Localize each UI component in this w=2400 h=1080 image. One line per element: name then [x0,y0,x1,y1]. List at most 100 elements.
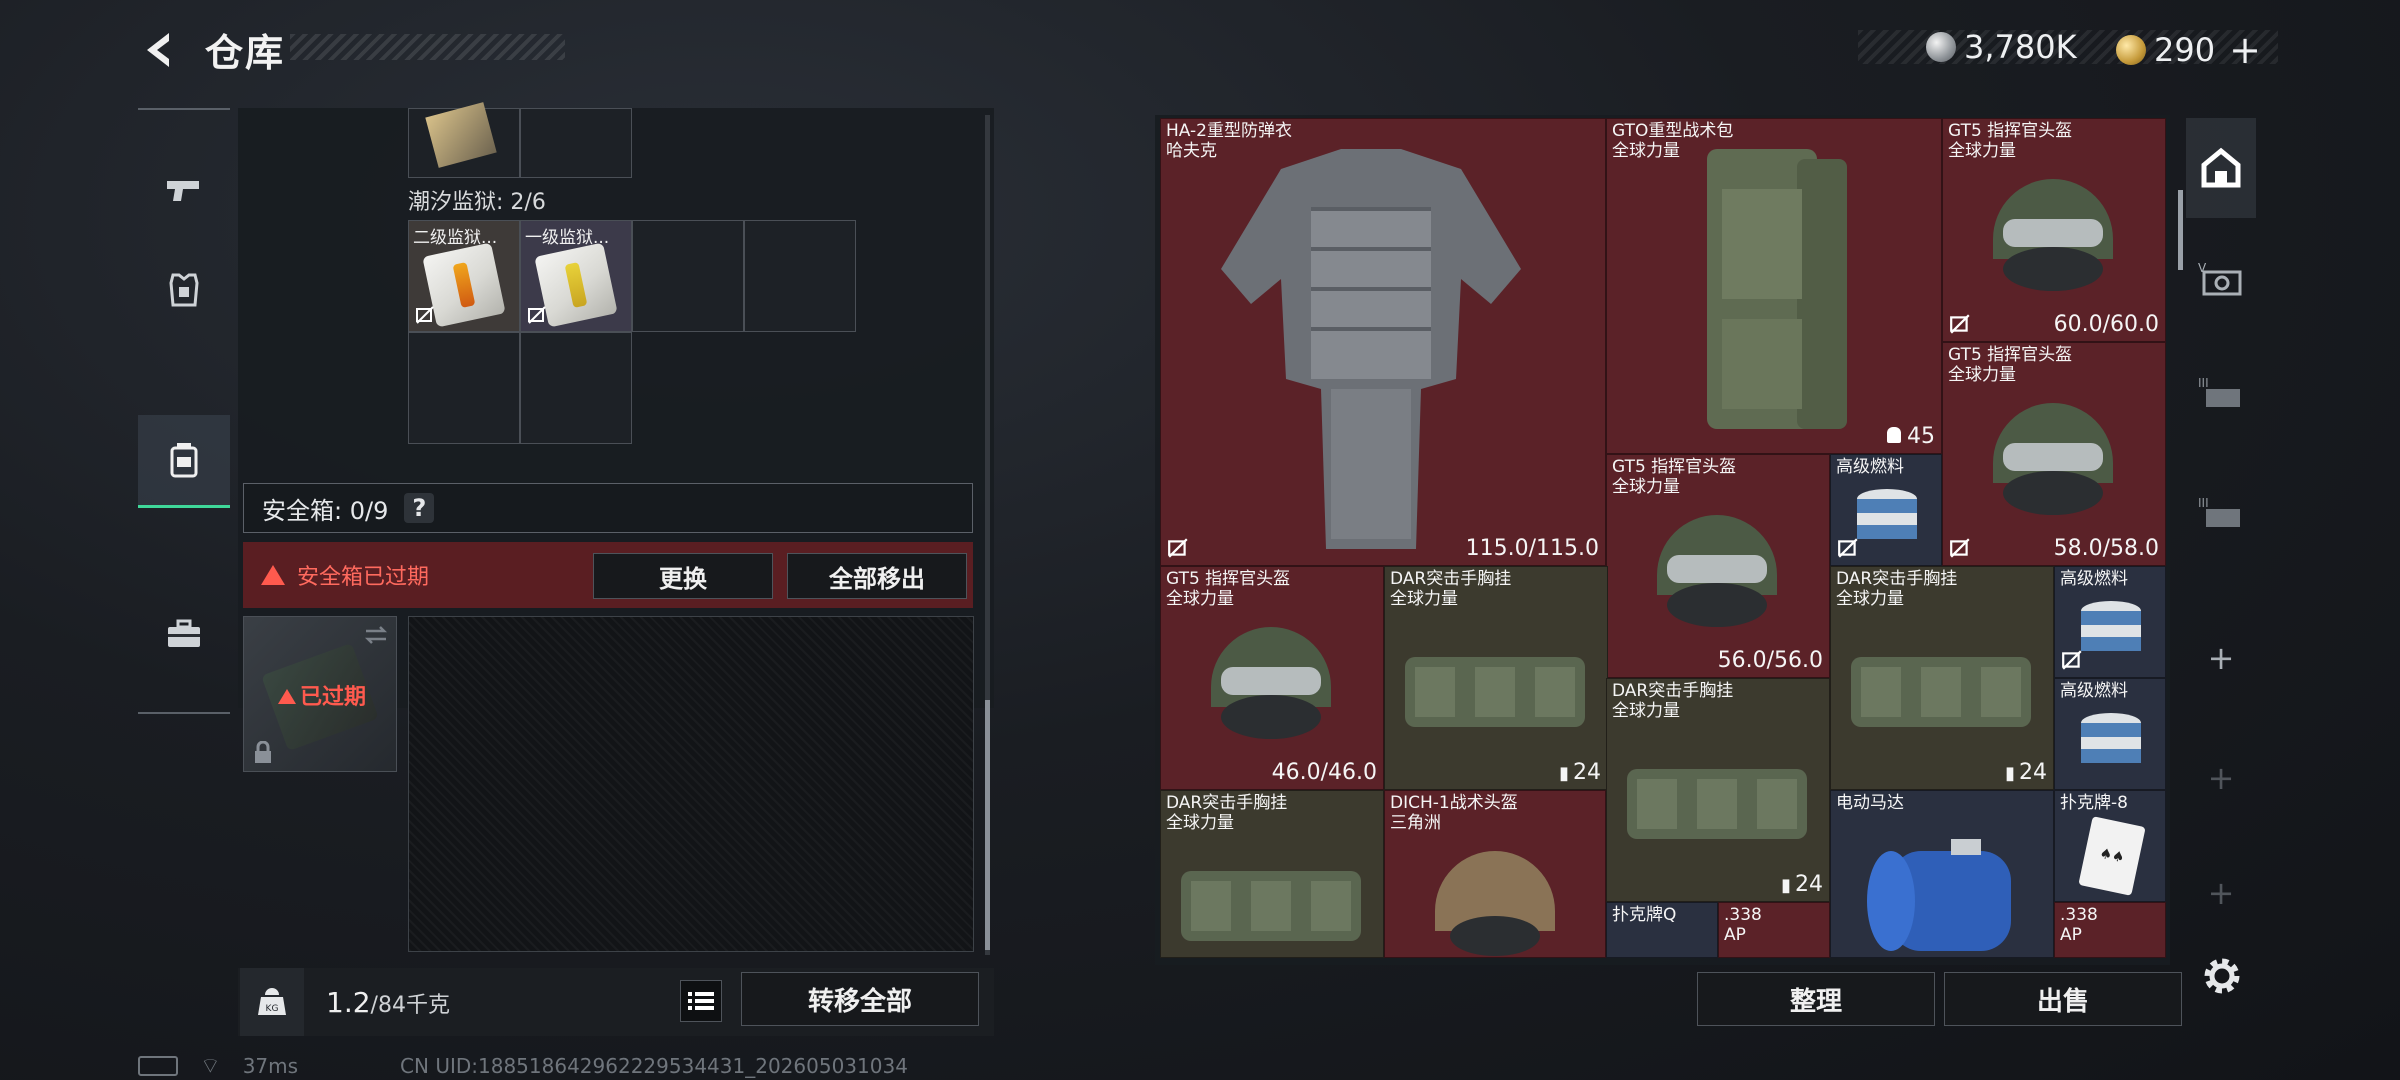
item-name: 二级监狱... [413,228,498,248]
inventory-item[interactable]: .338 AP [2054,902,2166,958]
gold-amount: 290 [2154,31,2216,69]
inventory-item[interactable]: DAR突击手胸挂 全球力量 ▮ 24 [1384,566,1608,790]
nav-storage[interactable] [138,415,230,508]
svg-text:III: III [2198,376,2209,390]
inventory-item[interactable]: 扑克牌-8 ♠♠ [2054,790,2166,902]
inventory-item[interactable]: GT5 指挥官头盔 全球力量 60.0/60.0 [1942,118,2166,342]
inventory-slot-key[interactable]: 二级监狱... [408,220,520,332]
safe-box-grid[interactable] [408,616,974,952]
inventory-item[interactable]: 电动马达 [1830,790,2054,958]
inventory-item[interactable]: GTO重型战术包 全球力量 45 [1606,118,1942,454]
transfer-all-button[interactable]: 转移全部 [741,972,979,1026]
item-name: 高级燃料 [1836,457,1904,477]
list-view-button[interactable] [680,980,722,1022]
item-name: 电动马达 [1836,793,1904,813]
no-trade-icon [1838,538,1858,558]
weight-text: 1.2/84千克 [326,986,450,1019]
silver-coin-icon [1926,32,1956,62]
warning-icon [261,565,285,585]
tab-storage-iii-a[interactable]: III [2186,343,2256,443]
helmet-image [1993,403,2113,515]
helmet-image [1211,627,1331,739]
item-count: ▮ 24 [1781,872,1823,897]
silver-amount: 3,780K [1964,28,2077,66]
silver-currency: 3,780K [1926,28,2077,66]
item-name: 高级燃料 [2060,681,2128,701]
ammo-slot-icon: ▮ [1781,875,1791,896]
scrollbar-thumb[interactable] [985,700,990,950]
safe-box-capacity: 安全箱: 0/9 [262,496,389,525]
inventory-slot[interactable] [408,102,520,178]
svg-text:III: III [2198,496,2209,510]
settings-gear-icon[interactable] [2196,950,2248,1002]
no-trade-icon [528,306,546,324]
playing-card-image: ♠♠ [2078,816,2146,896]
remove-all-button[interactable]: 全部移出 [787,553,967,599]
backpack-image [1707,149,1847,429]
add-storage-button[interactable]: + [2186,608,2256,708]
durability: 58.0/58.0 [2053,536,2159,561]
inventory-item[interactable]: DAR突击手胸挂 全球力量 ▮ 24 [1606,678,1830,902]
item-name: GT5 指挥官头盔 [1948,121,2073,141]
helmet-image [1435,851,1555,956]
durability: 46.0/46.0 [1271,760,1377,785]
nav-equipment[interactable] [138,245,230,335]
inventory-item[interactable]: DICH-1战术头盔 三角洲 [1384,790,1606,958]
weight-icon: KG [240,968,304,1036]
add-storage-button[interactable]: + [2186,843,2256,943]
expired-warning-text: 安全箱已过期 [297,565,430,590]
item-name: DAR突击手胸挂 [1390,569,1512,589]
sort-button[interactable]: 整理 [1697,972,1935,1026]
weight-current: 1.2 [326,986,371,1019]
safe-box-slot[interactable]: 已过期 [243,616,397,772]
sell-button[interactable]: 出售 [1944,972,2182,1026]
durability: 60.0/60.0 [2053,312,2159,337]
inventory-item[interactable]: 高级燃料 [2054,566,2166,678]
backpack-icon [170,443,198,478]
tab-home-storage[interactable] [2186,118,2256,218]
inventory-item[interactable]: GT5 指挥官头盔 全球力量 56.0/56.0 [1606,454,1830,678]
pistol-icon [167,181,199,201]
inventory-item[interactable]: 扑克牌Q [1606,902,1718,958]
inventory-item[interactable]: GT5 指挥官头盔 全球力量 46.0/46.0 [1160,566,1384,790]
scrollbar-thumb[interactable] [2178,190,2183,270]
inventory-slot[interactable] [520,332,632,444]
gold-currency: 290 + [2116,28,2261,72]
nav-cases[interactable] [138,590,230,680]
item-name: DICH-1战术头盔 [1390,793,1518,813]
help-button[interactable]: ? [404,493,435,523]
inventory-item[interactable]: .338 AP [1718,902,1830,958]
inventory-item[interactable]: 高级燃料 [2054,678,2166,790]
helmet-image [1657,515,1777,627]
chest-rig-image [1851,657,2031,727]
inventory-item[interactable]: DAR突击手胸挂 全球力量 ▮ 24 [1830,566,2054,790]
battery-icon [138,1056,178,1076]
house-icon [2201,147,2241,188]
tab-storage-v[interactable]: V [2186,228,2256,328]
inventory-slot[interactable] [744,220,856,332]
inventory-item[interactable]: GT5 指挥官头盔 全球力量 58.0/58.0 [1942,342,2166,566]
gold-coin-icon [2116,35,2146,65]
nav-weapons[interactable] [138,145,230,235]
add-currency-button[interactable]: + [2229,28,2261,72]
tab-storage-iii-b[interactable]: III [2186,463,2256,563]
no-trade-icon [2062,650,2082,670]
replace-button[interactable]: 更换 [593,553,773,599]
item-name: 高级燃料 [2060,569,2128,589]
prison-key-label: 潮汐监狱: 2/6 [408,190,546,215]
inventory-item[interactable]: DAR突击手胸挂 全球力量 [1160,790,1384,958]
inventory-slot[interactable] [520,108,632,178]
svg-text:KG: KG [266,1004,279,1014]
back-arrow-icon[interactable] [135,25,185,75]
inventory-slot[interactable] [632,220,744,332]
inventory-slot-key[interactable]: 一级监狱... [520,220,632,332]
item-name: 扑克牌-8 [2060,793,2128,813]
inventory-slot[interactable] [408,332,520,444]
inventory-item[interactable]: HA-2重型防弹衣 哈夫克 115.0/115.0 [1160,118,1606,566]
inventory-item[interactable]: 高级燃料 [1830,454,1942,566]
fuel-can-image [2081,713,2141,763]
add-storage-button[interactable]: + [2186,728,2256,828]
item-name: 扑克牌Q [1612,905,1677,925]
helmet-image [1993,179,2113,291]
lock-icon [255,741,271,763]
